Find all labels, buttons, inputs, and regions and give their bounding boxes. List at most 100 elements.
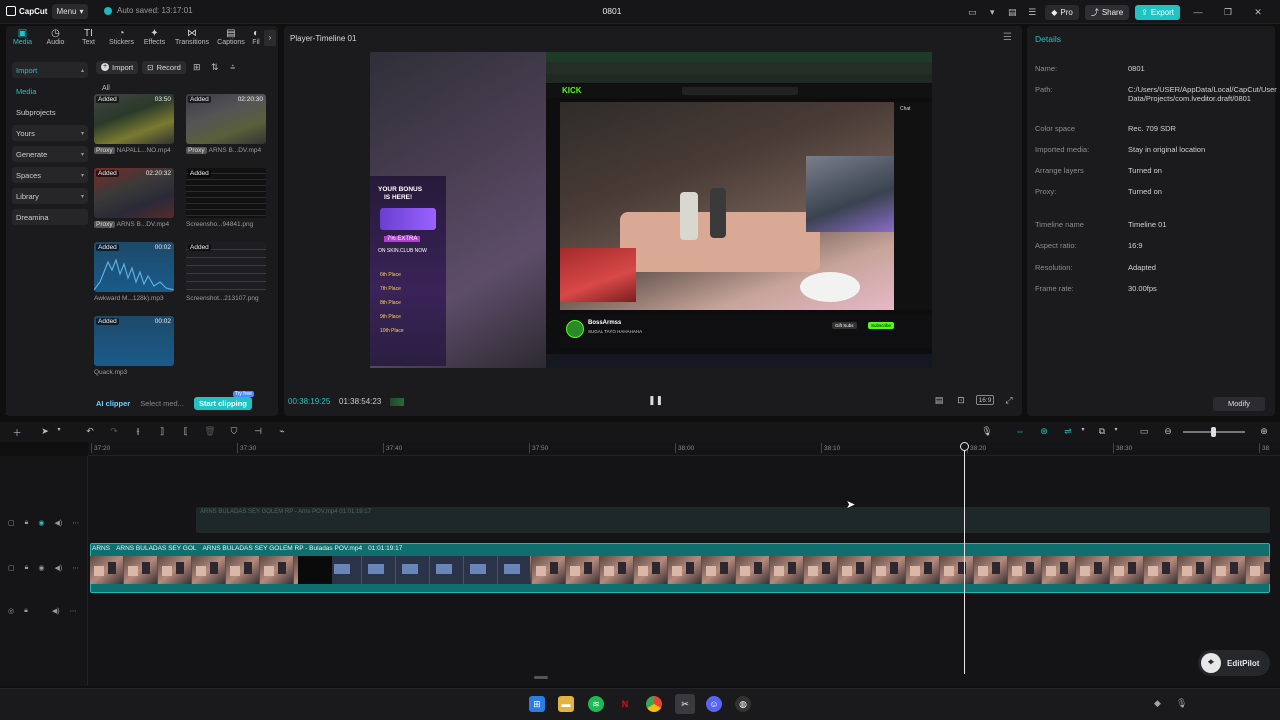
chevron-down-icon[interactable]: ▾: [985, 5, 999, 19]
delete-icon[interactable]: 🗑: [203, 426, 217, 437]
split-left-icon[interactable]: ⟧: [155, 426, 169, 437]
chevron-down-icon[interactable]: ▾: [1109, 426, 1123, 433]
screen-icon[interactable]: ▭: [1137, 426, 1151, 437]
grid-view-icon[interactable]: ⊞: [190, 60, 204, 74]
chevron-down-icon[interactable]: ▾: [1076, 426, 1090, 433]
nav-generate[interactable]: Generate ▾: [12, 146, 88, 162]
media-item[interactable]: Added 03:50 Proxy NAPALL...NO.mp4: [94, 94, 174, 154]
obs-icon[interactable]: ◍: [735, 696, 751, 712]
preview-axis-icon[interactable]: ⧉: [1095, 426, 1109, 437]
shortcut-icon[interactable]: ▤: [1005, 5, 1019, 19]
undo-icon[interactable]: ↶: [83, 426, 97, 437]
video-preview[interactable]: YOUR BONUS IS HERE! 7% EXTRA ON SKIN.CLU…: [370, 52, 932, 368]
share-button[interactable]: ⤴ Share: [1084, 4, 1130, 20]
media-item[interactable]: Added Screenshot...213107.png: [186, 242, 266, 302]
horizontal-scrollbar[interactable]: [534, 676, 548, 679]
modify-button[interactable]: Modify: [1213, 397, 1265, 411]
nav-yours[interactable]: Yours ▾: [12, 125, 88, 141]
select-media-dropdown[interactable]: Select med...: [140, 399, 184, 408]
pause-button[interactable]: ❚❚: [648, 395, 663, 407]
discord-icon[interactable]: ☺: [706, 696, 722, 712]
chrome-icon[interactable]: [646, 696, 662, 712]
tab-media[interactable]: ▣ Media: [6, 26, 39, 50]
lock-icon[interactable]: 🔒︎: [25, 564, 29, 572]
split-icon[interactable]: ⫲: [131, 426, 145, 437]
restore-icon[interactable]: ❐: [1216, 7, 1240, 18]
start-clipping-button[interactable]: Start clipping Try free: [193, 390, 254, 410]
minimize-icon[interactable]: —: [1186, 7, 1210, 17]
cover-icon[interactable]: ▢: [8, 564, 15, 572]
tab-text[interactable]: TI Text: [72, 26, 105, 50]
eye-icon[interactable]: ◉: [38, 519, 44, 527]
editpilot-button[interactable]: ⌖ EditPilot: [1198, 650, 1270, 676]
freeze-icon[interactable]: ⊣: [251, 426, 265, 437]
zoom-slider-handle[interactable]: [1211, 427, 1216, 437]
player-menu-icon[interactable]: ☰: [1003, 32, 1012, 43]
tab-audio[interactable]: ◷ Audio: [39, 26, 72, 50]
nav-subprojects[interactable]: Subprojects: [12, 104, 88, 120]
eye-icon[interactable]: ◉: [38, 564, 44, 572]
filter-all-label[interactable]: All: [102, 85, 110, 92]
close-icon[interactable]: ✕: [1246, 7, 1270, 18]
media-item[interactable]: Added 02:20:30 Proxy ARNS B...DV.mp4: [186, 94, 266, 154]
more-icon[interactable]: ⋯: [70, 607, 77, 615]
playhead[interactable]: [964, 444, 965, 674]
file-explorer-icon[interactable]: ▬: [558, 696, 574, 712]
nav-dreamina[interactable]: Dreamina: [12, 209, 88, 225]
speaker-icon[interactable]: ◀): [54, 519, 62, 527]
import-button[interactable]: + Import: [96, 60, 139, 74]
media-item[interactable]: Added 02:20:32 Proxy ARNS B...DV.mp4: [94, 168, 174, 228]
capcut-taskbar-icon[interactable]: ✂: [675, 694, 695, 714]
timeline-ruler[interactable]: 37:20 37:30 37:40 37:50 38:00 38:10 38:2…: [88, 442, 1280, 456]
magic-icon[interactable]: ⌁: [275, 426, 289, 437]
speaker-icon[interactable]: ◀): [54, 564, 62, 572]
tab-transitions[interactable]: ⋈ Transitions: [171, 26, 213, 50]
aspect-ratio-button[interactable]: 16:9: [976, 395, 994, 405]
pro-button[interactable]: ◆ Pro: [1045, 4, 1079, 20]
export-button[interactable]: ⇪ Export: [1135, 4, 1180, 20]
ai-clipper-button[interactable]: AI clipper: [96, 399, 130, 408]
media-item[interactable]: Added Screensho...94841.png: [186, 168, 266, 228]
more-icon[interactable]: ⋯: [72, 564, 79, 572]
netflix-icon[interactable]: N: [617, 696, 633, 712]
zoom-in-icon[interactable]: ⊕: [1257, 426, 1271, 437]
add-icon[interactable]: ＋: [10, 426, 24, 439]
tray-mic-icon[interactable]: 🎙: [1176, 698, 1187, 709]
windows-start-icon[interactable]: ⊞: [529, 696, 545, 712]
split-right-icon[interactable]: ⟦: [179, 426, 193, 437]
zoom-out-icon[interactable]: ⊖: [1161, 426, 1175, 437]
lock-icon[interactable]: 🔒︎: [24, 607, 28, 615]
more-icon[interactable]: ☰: [1025, 5, 1039, 19]
microphone-icon[interactable]: 🎙: [980, 426, 994, 437]
chevron-down-icon[interactable]: ▾: [52, 426, 66, 433]
layout-icon[interactable]: ▭: [965, 5, 979, 19]
playhead-handle[interactable]: [960, 442, 969, 451]
tabs-scroll-right-icon[interactable]: ›: [264, 30, 276, 46]
auto-snap-icon[interactable]: ⊛: [1037, 426, 1051, 437]
redo-icon[interactable]: ↷: [107, 426, 121, 437]
speaker-icon[interactable]: ◀): [52, 607, 60, 615]
link-icon[interactable]: ⇌: [1061, 426, 1075, 437]
nav-import[interactable]: Import ▴: [12, 62, 88, 78]
nav-spaces[interactable]: Spaces ▾: [12, 167, 88, 183]
nav-library[interactable]: Library ▾: [12, 188, 88, 204]
cover-icon[interactable]: ▢: [8, 519, 15, 527]
lock-icon[interactable]: 🔒︎: [25, 519, 29, 527]
tab-stickers[interactable]: ◔ Stickers: [105, 26, 138, 50]
more-icon[interactable]: ⋯: [72, 519, 79, 527]
main-track-magnet-icon[interactable]: ⇔: [1013, 426, 1027, 436]
sort-icon[interactable]: ⇅: [208, 60, 222, 74]
tab-effects[interactable]: ✦ Effects: [138, 26, 171, 50]
media-item[interactable]: Added 00:02 Quack.mp3: [94, 316, 174, 376]
tab-filters[interactable]: ◐ Fil: [249, 26, 263, 50]
tab-captions[interactable]: ▤ Captions: [213, 26, 249, 50]
menu-button[interactable]: Menu ▾: [52, 4, 88, 19]
spotify-icon[interactable]: ≋: [588, 696, 604, 712]
select-tool-icon[interactable]: ➤: [38, 426, 52, 437]
quality-icon[interactable]: ▤: [932, 395, 946, 406]
shield-icon[interactable]: ⛉: [227, 426, 241, 437]
nav-media[interactable]: Media: [12, 83, 88, 99]
filter-icon[interactable]: ⩮: [226, 60, 240, 74]
audio-track-icon[interactable]: ◎: [8, 607, 14, 615]
fullscreen-icon[interactable]: ⤢: [1002, 395, 1016, 406]
